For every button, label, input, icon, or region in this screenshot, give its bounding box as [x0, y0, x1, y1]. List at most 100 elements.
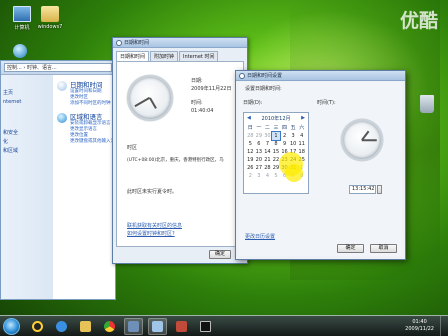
time-input[interactable]: 13:15:42 — [349, 185, 376, 194]
tray-date: 2009/11/22 — [405, 326, 434, 332]
weekday-header: 六 — [299, 125, 305, 131]
calendar-day[interactable]: 27 — [255, 164, 264, 172]
calendar-day[interactable]: 28 — [263, 164, 272, 172]
ok-button[interactable]: 确定 — [337, 244, 364, 253]
date-label: 日期: — [191, 78, 203, 84]
calendar: ◀ 2010年12月 ▶ 日一二三四五六 28 29 30 1 2 3 4 5 6 7 8 9 10 11 1… — [243, 112, 309, 194]
calendar-day[interactable]: 2 — [246, 172, 255, 180]
taskbar-app-cmd[interactable] — [196, 318, 215, 335]
nav-item-home[interactable]: 主页 — [1, 89, 53, 98]
calendar-day[interactable]: 7 — [263, 140, 272, 148]
change-calendar-settings-link[interactable]: 更改日历设置 — [245, 233, 275, 240]
calendar-day[interactable]: 3 — [255, 172, 264, 180]
show-desktop-button[interactable] — [440, 316, 448, 336]
desktop-icon-network[interactable] — [2, 44, 38, 60]
timezone-info-link[interactable]: 联机获取有关时区的信息 — [127, 222, 182, 229]
tool-icon — [176, 321, 187, 332]
category-link[interactable]: 更改键盘或其他输入法 — [70, 139, 115, 145]
taskbar: 01:40 2009/11/22 — [0, 315, 448, 336]
taskbar-app-media[interactable] — [124, 318, 143, 335]
browser-icon — [56, 321, 67, 332]
ok-button[interactable]: 确定 — [209, 250, 231, 259]
control-panel-window: 控制... › 时钟、语言... 主页 nternet 和安全 化 和区域 日期… — [0, 60, 116, 300]
calendar-day[interactable]: 5 — [246, 140, 255, 148]
calendar-day[interactable]: 8 — [272, 140, 281, 148]
cmd-icon — [200, 321, 211, 332]
desktop-icon-label: windows7 — [37, 24, 63, 30]
calendar-day[interactable]: 6 — [255, 140, 264, 148]
nav-pane: 主页 nternet 和安全 化 和区域 — [1, 75, 53, 299]
calendar-day[interactable]: 9 — [280, 140, 289, 148]
weekday-header: 日 — [247, 125, 253, 131]
recycle-bin-icon[interactable] — [420, 95, 434, 113]
category-title[interactable]: 日期和时间 — [70, 81, 111, 89]
weekday-header: 三 — [273, 125, 279, 131]
nav-item-personalize[interactable]: 化 — [1, 138, 53, 147]
calendar-day[interactable]: 2 — [280, 132, 289, 140]
calendar-day[interactable]: 10 — [289, 140, 298, 148]
clock-icon — [116, 39, 122, 46]
computer-icon — [13, 6, 31, 22]
tab-internet-time[interactable]: Internet 时间 — [179, 51, 219, 61]
calendar-day[interactable]: 11 — [297, 140, 306, 148]
calendar-day[interactable]: 20 — [255, 156, 264, 164]
date-field-label: 日期(D): — [243, 100, 263, 106]
calendar-day[interactable]: 19 — [246, 156, 255, 164]
desktop-icon-windows7[interactable]: windows7 — [32, 6, 68, 30]
analog-clock — [127, 75, 173, 121]
calendar-day[interactable]: 12 — [246, 148, 255, 156]
nav-item-internet[interactable]: nternet — [1, 98, 53, 107]
folder-icon — [80, 321, 91, 332]
nav-item-region[interactable]: 和区域 — [1, 147, 53, 156]
qq-icon — [32, 321, 43, 332]
calendar-day[interactable]: 13 — [255, 148, 264, 156]
calendar-day[interactable]: 5 — [272, 172, 281, 180]
calendar-month-title[interactable]: 2010年12月 — [261, 115, 290, 122]
hour-hand — [149, 97, 157, 109]
highlight-circle — [285, 164, 303, 182]
start-button[interactable] — [3, 318, 20, 335]
tab-additional-clocks[interactable]: 附加时钟 — [150, 51, 179, 61]
taskbar-app-chrome[interactable] — [100, 318, 119, 335]
nav-item-security[interactable]: 和安全 — [1, 129, 53, 138]
calendar-day[interactable]: 4 — [263, 172, 272, 180]
next-month-button[interactable]: ▶ — [301, 115, 305, 122]
time-field-label: 时间(T): — [317, 100, 336, 106]
clock-help-link[interactable]: 如何设置时钟和时区? — [127, 230, 175, 237]
weekday-header: 一 — [256, 125, 262, 131]
time-label: 时间: — [191, 100, 203, 106]
calendar-day[interactable]: 1 — [270, 131, 282, 141]
dialog-titlebar[interactable]: 日期和时间设置 — [236, 71, 405, 81]
calendar-day[interactable]: 14 — [263, 148, 272, 156]
calendar-day[interactable]: 26 — [246, 164, 255, 172]
address-bar: 控制... › 时钟、语言... — [1, 61, 115, 75]
calendar-day[interactable]: 15 — [272, 148, 281, 156]
taskbar-app-qq[interactable] — [28, 318, 47, 335]
calendar-day[interactable]: 4 — [297, 132, 306, 140]
calendar-day[interactable]: 30 — [263, 132, 272, 140]
clock-icon — [239, 72, 245, 79]
prev-month-button[interactable]: ◀ — [247, 115, 251, 122]
category-date-time: 日期和时间 设置时间和日期 更改时区 添加不同时区的时钟 — [57, 81, 115, 107]
watermark-logo: 优酷 — [399, 10, 438, 32]
taskbar-app-tool[interactable] — [172, 318, 191, 335]
calendar-day[interactable]: 29 — [255, 132, 264, 140]
address-field[interactable]: 控制... › 时钟、语言... — [4, 63, 112, 72]
taskbar-app-ie[interactable] — [52, 318, 71, 335]
category-link[interactable]: 添加不同时区的时钟 — [70, 101, 111, 107]
taskbar-app-explorer[interactable] — [76, 318, 95, 335]
date-value: 2009年11月22日 — [191, 86, 232, 92]
calendar-day[interactable]: 3 — [289, 132, 298, 140]
category-title[interactable]: 区域和语言 — [70, 113, 115, 121]
window-titlebar[interactable]: 日期和时间 — [113, 38, 247, 48]
tab-date-time[interactable]: 日期和时间 — [116, 51, 150, 61]
time-spin-button[interactable] — [377, 185, 382, 194]
calendar-day[interactable]: 28 — [246, 132, 255, 140]
calendar-header: ◀ 2010年12月 ▶ — [244, 113, 308, 124]
tray-clock[interactable]: 01:40 2009/11/22 — [405, 319, 434, 333]
cancel-button[interactable]: 取消 — [370, 244, 397, 253]
taskbar-app-control-panel[interactable] — [148, 318, 167, 335]
timezone-value: (UTC+08:00)北京，重庆，香港特别行政区，乌 — [127, 158, 224, 163]
tray-time: 01:40 — [412, 319, 427, 325]
calendar-day[interactable]: 21 — [263, 156, 272, 164]
